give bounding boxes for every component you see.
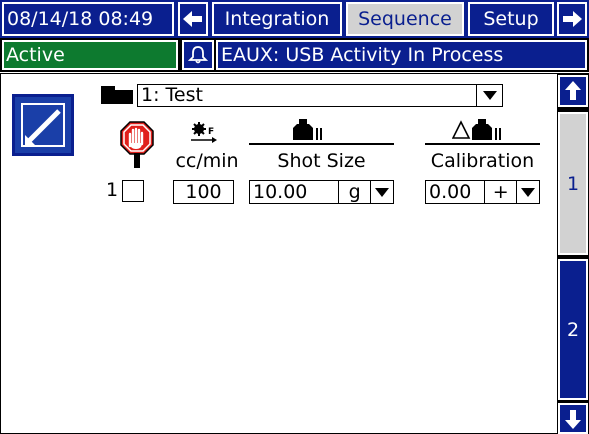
stop-hand-icon xyxy=(120,121,154,168)
shot-unit-select[interactable]: g xyxy=(338,180,394,204)
edit-button[interactable] xyxy=(12,94,74,156)
calibration-sign-value: + xyxy=(492,180,509,203)
bell-icon xyxy=(188,46,208,64)
dropdown-arrow-icon xyxy=(375,187,390,197)
next-tab-button[interactable] xyxy=(557,2,587,36)
edit-pencil-icon xyxy=(25,109,61,145)
page-2-label: 2 xyxy=(566,318,580,341)
datetime-display: 08/14/18 08:49 xyxy=(2,2,174,36)
page-1-button[interactable]: 1 xyxy=(558,112,588,255)
shot-size-divider xyxy=(249,143,394,145)
folder-icon xyxy=(101,86,133,104)
arrow-left-icon xyxy=(183,11,202,27)
flow-unit-label: cc/min xyxy=(175,150,239,172)
shot-size-input[interactable]: 10.00 xyxy=(249,180,339,204)
calibration-input[interactable]: 0.00 xyxy=(425,180,485,204)
page-up-button[interactable] xyxy=(558,75,588,107)
tab-setup[interactable]: Setup xyxy=(468,2,554,36)
arrow-down-icon xyxy=(565,409,581,429)
dropdown-arrow-icon xyxy=(482,91,497,100)
system-state: Active xyxy=(2,40,178,70)
arrow-right-icon xyxy=(563,11,582,27)
shot-size-value: 10.00 xyxy=(253,180,308,203)
flow-rate-value: 100 xyxy=(185,180,222,203)
status-message: EAUX: USB Activity In Process xyxy=(216,40,587,70)
row-enable-checkbox[interactable] xyxy=(122,180,144,202)
shot-size-icon xyxy=(293,119,322,140)
tab-integration[interactable]: Integration xyxy=(212,2,342,36)
shot-size-label: Shot Size xyxy=(277,150,366,172)
job-select-value: 1: Test xyxy=(141,84,203,106)
calibration-sign-select[interactable]: + xyxy=(484,180,540,204)
calibration-divider xyxy=(425,143,540,145)
calibration-icon xyxy=(452,119,501,140)
tab-sequence[interactable]: Sequence xyxy=(346,2,464,36)
svg-text:F: F xyxy=(208,127,214,137)
page-2-button[interactable]: 2 xyxy=(558,259,588,400)
calibration-label: Calibration xyxy=(430,150,535,172)
page-down-button[interactable] xyxy=(558,403,588,434)
arrow-up-icon xyxy=(565,81,581,100)
alarm-bell-button[interactable] xyxy=(182,40,214,70)
flow-rate-input[interactable]: 100 xyxy=(173,180,234,204)
prev-tab-button[interactable] xyxy=(178,2,208,36)
calibration-value: 0.00 xyxy=(429,180,472,203)
job-select[interactable]: 1: Test xyxy=(137,84,503,107)
page-1-label: 1 xyxy=(566,172,580,195)
dropdown-arrow-icon xyxy=(521,187,536,197)
flow-rate-icon: F xyxy=(191,122,217,143)
shot-unit-value: g xyxy=(348,180,361,203)
row-index: 1 xyxy=(106,179,119,201)
